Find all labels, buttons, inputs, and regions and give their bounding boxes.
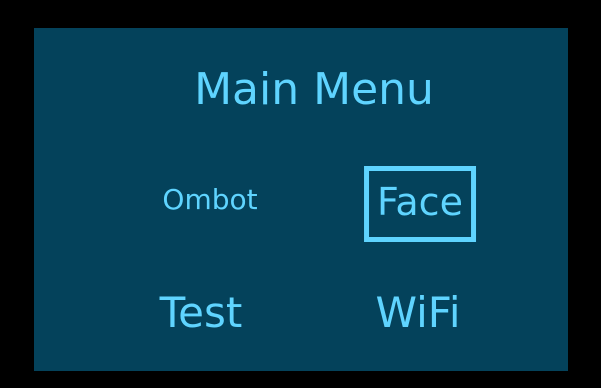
menu-item-ombot[interactable]: Ombot xyxy=(162,186,257,214)
menu-title: Main Menu xyxy=(194,64,434,115)
menu-item-test[interactable]: Test xyxy=(160,292,243,334)
menu-item-wifi[interactable]: WiFi xyxy=(375,292,460,334)
menu-item-face-selected[interactable]: Face xyxy=(364,166,476,242)
menu-screen: Main Menu Ombot Face Test WiFi xyxy=(34,28,568,371)
